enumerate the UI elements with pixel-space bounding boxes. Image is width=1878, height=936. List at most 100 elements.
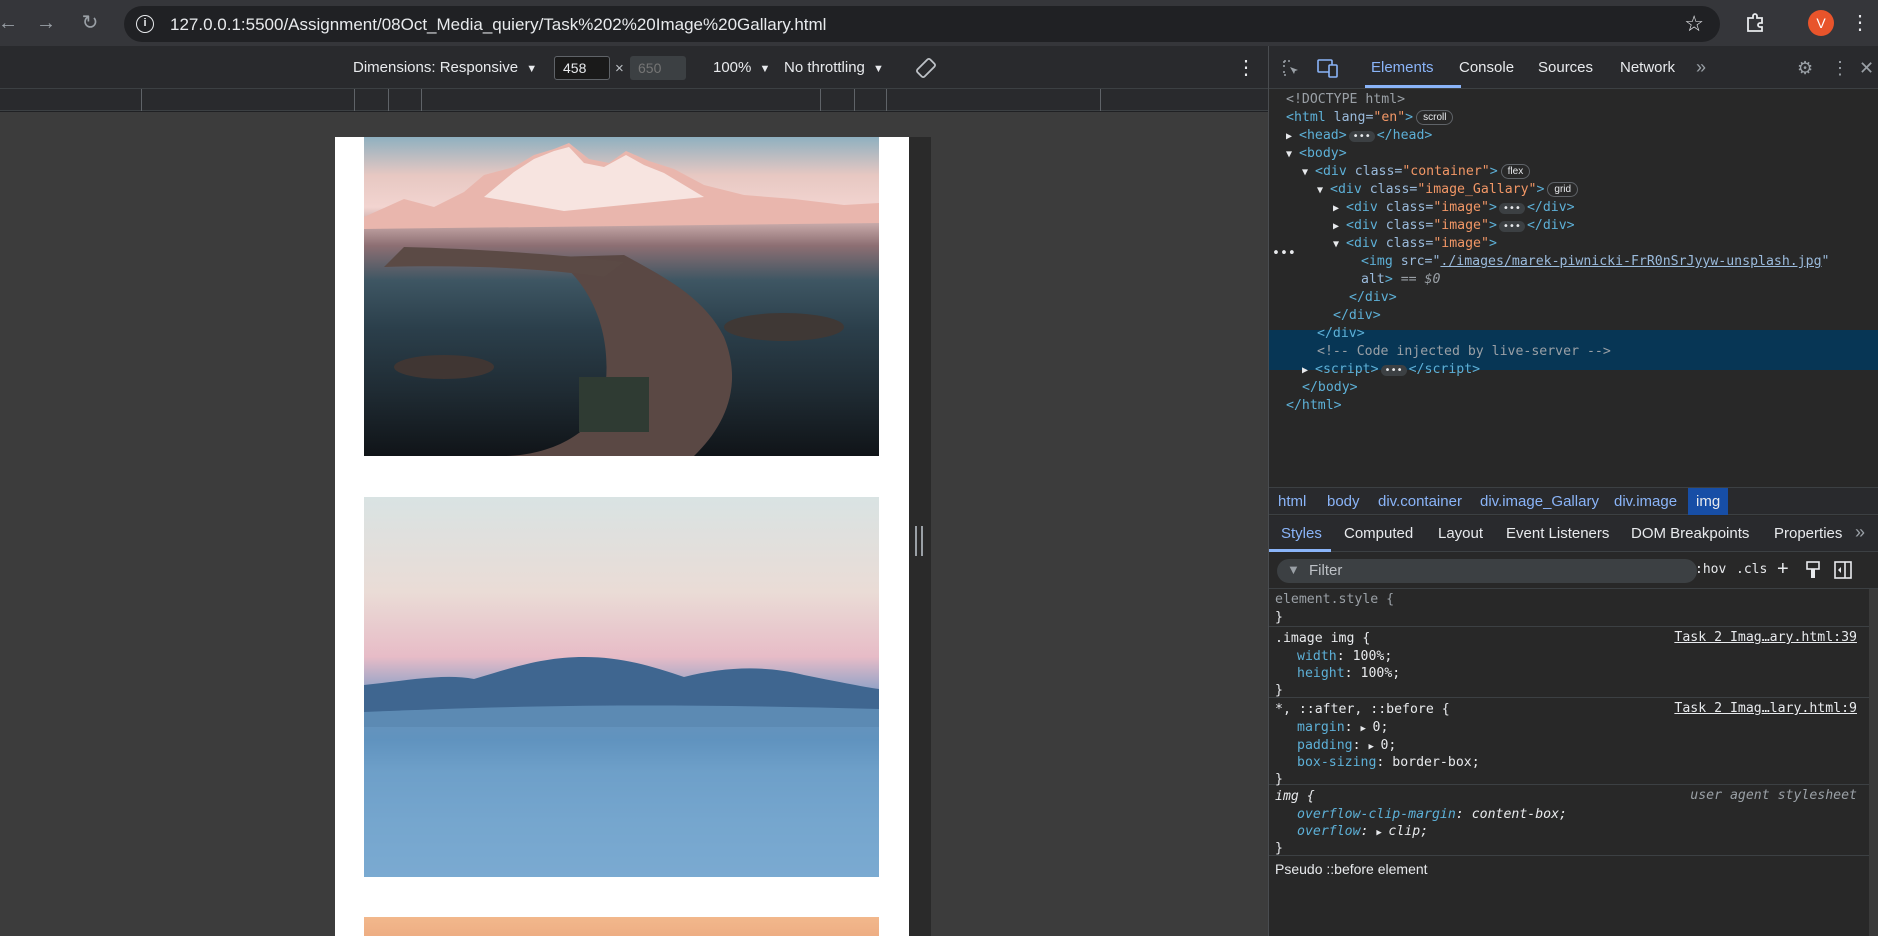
breadcrumb-html[interactable]: html [1278,493,1306,510]
height-input[interactable] [630,56,686,80]
dom-image-node-expanded[interactable]: ▼ <div class="image"> [1333,234,1497,254]
viewport-resize-handle[interactable] [915,526,923,556]
ellipsis-icon[interactable]: ••• [1498,221,1525,232]
breadcrumb-container[interactable]: div.container [1378,493,1462,510]
device-menu-icon[interactable]: ⋮ [1236,55,1256,80]
filter-placeholder: Filter [1309,562,1343,579]
rule-selector[interactable]: *, ::after, ::before { [1275,701,1450,719]
tab-sources[interactable]: Sources [1538,59,1593,76]
reload-icon[interactable]: ↻ [78,11,102,35]
paint-brush-icon[interactable] [1805,561,1821,579]
ruler-tick [354,89,355,111]
image-class-value: "image" [1433,200,1489,215]
tab-event-listeners[interactable]: Event Listeners [1506,525,1609,542]
css-declaration[interactable]: margin: ▶ 0; [1297,719,1388,737]
dom-close-div: </div> [1317,326,1365,341]
css-declaration[interactable]: height: 100%; [1297,665,1400,683]
bookmark-star-icon[interactable]: ☆ [1684,11,1704,37]
dom-comment[interactable]: <!-- Code injected by live-server --> [1317,342,1611,362]
throttling-dropdown[interactable]: No throttling ▼ [784,59,884,76]
profile-avatar[interactable]: V [1808,10,1834,36]
breadcrumb-img[interactable]: img [1688,488,1729,515]
site-info-icon[interactable]: i [136,15,154,33]
chevron-down-icon: ▼ [526,63,538,75]
ellipsis-icon[interactable]: ••• [1348,131,1375,142]
styles-tabbar: Styles Computed Layout Event Listeners D… [1269,516,1878,552]
ellipsis-icon[interactable]: ••• [1380,365,1407,376]
rule-source-link[interactable]: Task 2 Imag…lary.html:9 [1674,701,1857,716]
css-property: overflow [1297,824,1361,839]
body-tag: body [1306,146,1339,161]
ruler-tick [388,89,389,111]
element-style-selector[interactable]: element.style { [1275,591,1394,609]
more-subtabs-icon[interactable]: » [1855,522,1865,543]
styles-filter-input[interactable]: ▼ Filter [1277,559,1697,583]
dom-image-node[interactable]: ▶ <div class="image"> ••• </div> [1333,216,1575,236]
dom-close-div: </div> [1349,290,1397,305]
tab-layout[interactable]: Layout [1438,525,1483,542]
dom-image-node[interactable]: ▶ <div class="image"> ••• </div> [1333,198,1575,218]
collapse-arrow-icon[interactable]: ▼ [1302,163,1315,183]
back-icon[interactable]: ← [0,11,20,35]
width-input[interactable] [554,56,610,80]
dom-doctype[interactable]: <!DOCTYPE html> [1286,90,1405,110]
hov-toggle[interactable]: :hov [1695,562,1726,577]
dom-gallery-node[interactable]: ▼ <div class="image_Gallary"> grid [1317,180,1579,201]
flex-badge[interactable]: flex [1500,164,1531,179]
tab-styles[interactable]: Styles [1281,525,1322,542]
tab-properties[interactable]: Properties [1774,525,1842,542]
css-declaration[interactable]: padding: ▶ 0; [1297,737,1396,755]
css-declaration[interactable]: box-sizing: border-box; [1297,754,1480,772]
dom-script-node[interactable]: ▶ <script> ••• </script> [1302,360,1480,380]
styles-scrollbar[interactable] [1869,589,1878,936]
tab-elements[interactable]: Elements [1371,59,1434,76]
browser-menu-icon[interactable]: ⋮ [1850,10,1870,36]
inspect-element-icon[interactable] [1281,58,1301,78]
tab-dom-breakpoints[interactable]: DOM Breakpoints [1631,525,1749,542]
tab-network[interactable]: Network [1620,59,1675,76]
extensions-icon[interactable] [1744,11,1766,33]
gallery-image-sunset[interactable] [364,917,879,936]
tab-computed[interactable]: Computed [1344,525,1413,542]
img-src-link[interactable]: ./images/marek-piwnicki-FrR0nSrJyyw-unsp… [1440,254,1821,269]
cls-toggle[interactable]: .cls [1736,562,1767,577]
forward-icon[interactable]: → [34,11,58,35]
zoom-dropdown[interactable]: 100% ▼ [713,59,770,76]
rule-close-brace: } [1275,841,1283,856]
dom-html-node[interactable]: <html lang="en"> scroll [1286,108,1454,128]
expand-arrow-icon[interactable]: ▶ [1376,824,1388,842]
more-tabs-icon[interactable]: » [1696,57,1706,77]
ellipsis-icon[interactable]: ••• [1498,203,1525,214]
dom-container-node[interactable]: ▼ <div class="container"> flex [1302,162,1531,183]
dimensions-dropdown[interactable]: Dimensions: Responsive ▼ [353,59,537,76]
close-devtools-icon[interactable]: ✕ [1859,58,1874,78]
collapse-arrow-icon[interactable]: ▼ [1286,145,1299,165]
tab-console[interactable]: Console [1459,59,1514,76]
expand-arrow-icon[interactable]: ▶ [1361,720,1373,738]
node-actions-icon[interactable]: ••• [1272,244,1296,264]
breadcrumb-gallery[interactable]: div.image_Gallary [1480,493,1599,510]
device-toolbar-toggle-icon[interactable] [1317,58,1339,78]
rule-source-link[interactable]: Task 2 Imag…ary.html:39 [1674,630,1857,645]
collapse-arrow-icon[interactable]: ▼ [1333,235,1346,255]
gallery-image-mountain-islands[interactable] [364,137,879,456]
rotate-icon[interactable] [914,56,938,80]
dom-body-node[interactable]: ▼ <body> [1286,144,1347,164]
breadcrumb-body[interactable]: body [1327,493,1360,510]
sidebar-toggle-icon[interactable] [1834,561,1852,579]
breadcrumb-image[interactable]: div.image [1614,493,1677,510]
dom-img-node-selected[interactable]: <img src="./images/marek-piwnicki-FrR0nS… [1361,252,1829,272]
gallery-image-misty-hills[interactable] [364,497,879,877]
doctype-text: <!DOCTYPE html> [1286,92,1406,107]
rule-selector[interactable]: .image img { [1275,630,1370,648]
css-declaration[interactable]: width: 100%; [1297,648,1392,666]
address-bar[interactable]: i 127.0.0.1:5500/Assignment/08Oct_Media_… [124,6,1720,42]
grid-badge[interactable]: grid [1547,182,1579,197]
scroll-badge[interactable]: scroll [1416,110,1454,125]
settings-gear-icon[interactable]: ⚙ [1797,58,1813,78]
url-text[interactable]: 127.0.0.1:5500/Assignment/08Oct_Media_qu… [170,15,826,35]
devtools-menu-icon[interactable]: ⋮ [1831,58,1849,78]
new-rule-icon[interactable]: + [1777,558,1789,581]
dom-head-node[interactable]: ▶ <head> ••• </head> [1286,126,1432,146]
collapse-arrow-icon[interactable]: ▼ [1317,181,1330,201]
